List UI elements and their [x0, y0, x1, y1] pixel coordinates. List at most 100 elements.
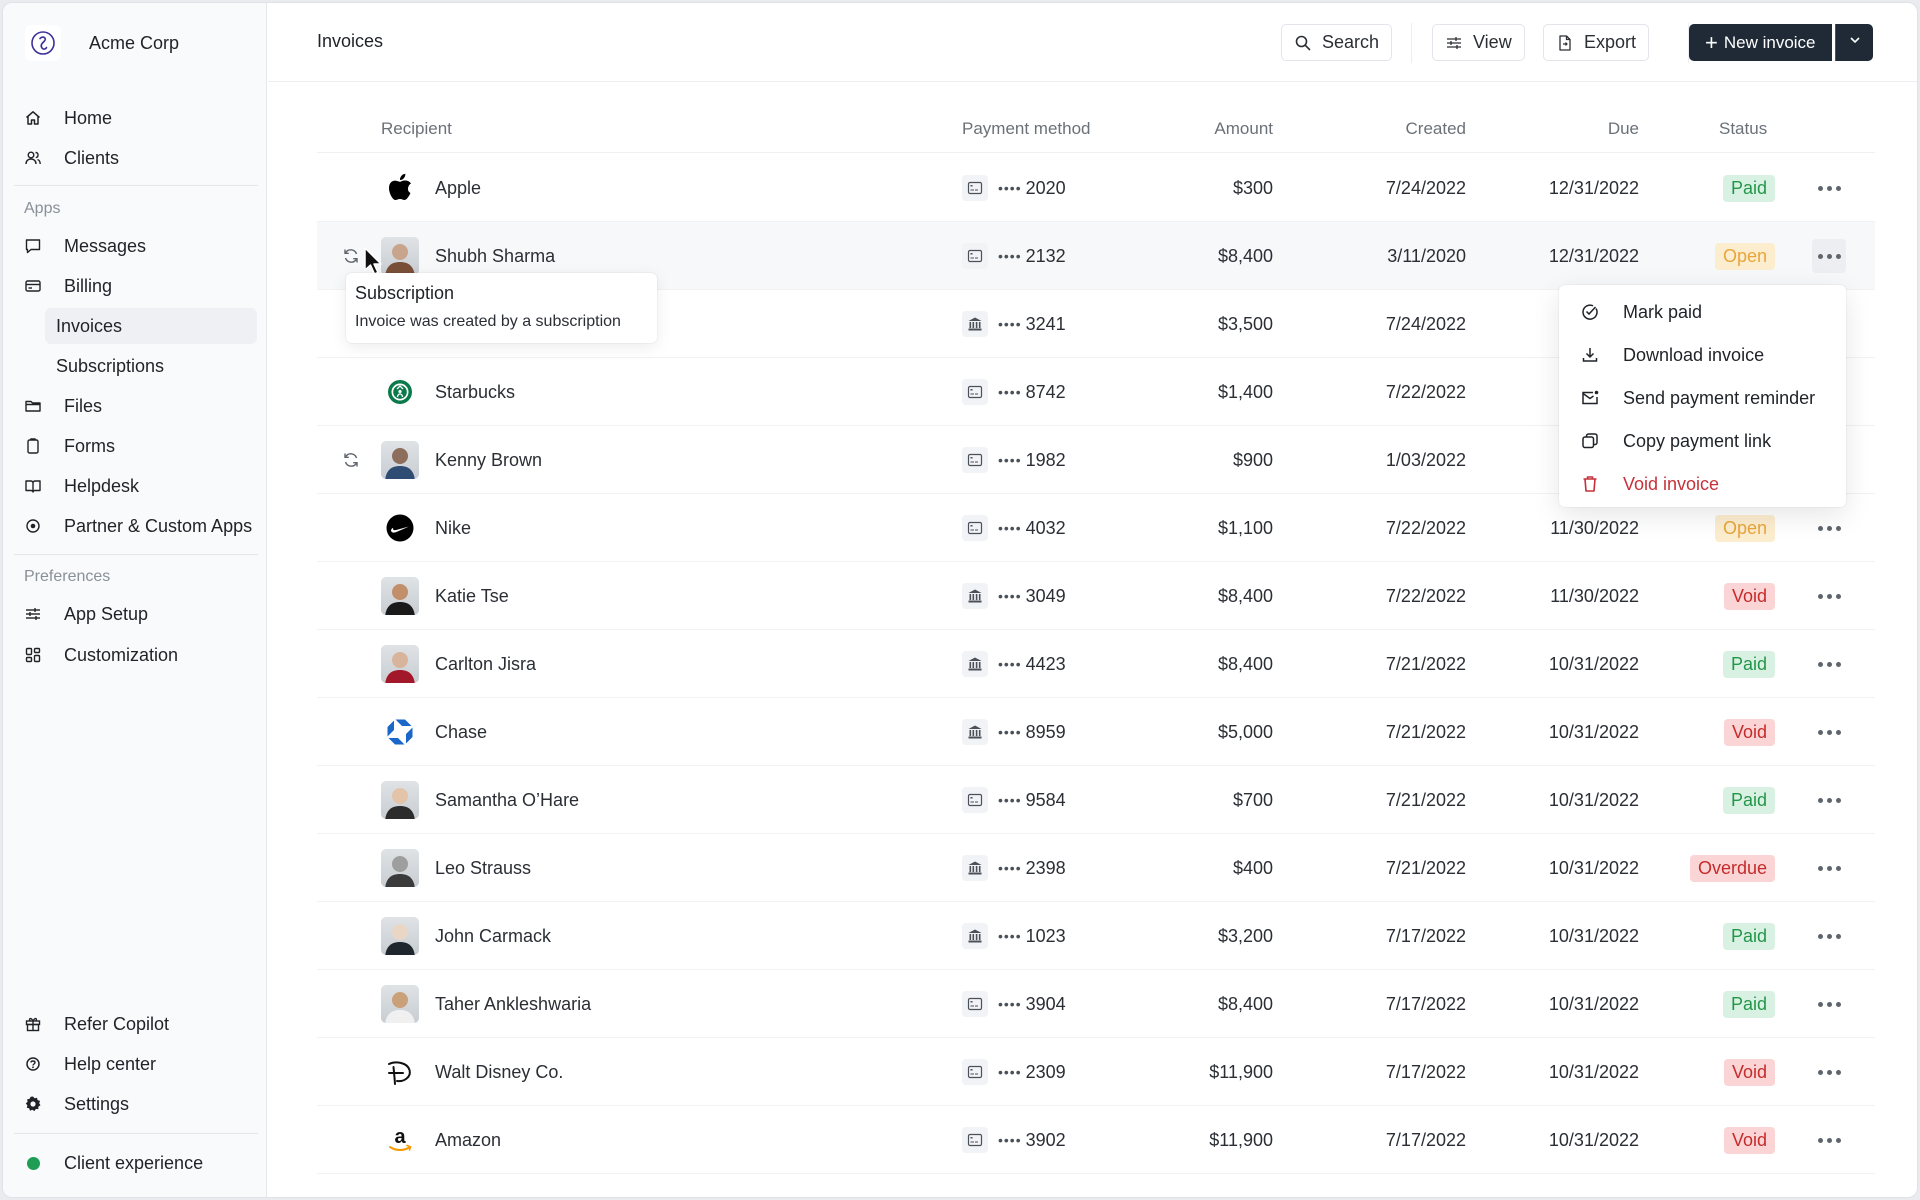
column-header-amount[interactable]: Amount [1214, 119, 1273, 139]
due-date: 10/31/2022 [1548, 653, 1639, 674]
card-last4: 8742 [1025, 381, 1066, 402]
sidebar-item-clients[interactable]: Clients [13, 140, 257, 176]
masked-digits: •••• [998, 384, 1022, 400]
table-row[interactable]: Walt Disney Co. •••• 2309 $11,900 7/17/2022 1… [317, 1038, 1875, 1106]
masked-digits: •••• [998, 1132, 1022, 1148]
recipient-name[interactable]: Chase [435, 698, 487, 766]
payment-method: •••• 4032 [962, 494, 1066, 562]
table-row[interactable]: John Carmack •••• 1023 $3,200 7/17/2022 10/31… [317, 902, 1875, 970]
more-actions-button[interactable] [1812, 851, 1846, 885]
more-actions-button[interactable] [1812, 511, 1846, 545]
credit-card-icon [962, 447, 988, 473]
sidebar-item-files[interactable]: Files [13, 388, 257, 424]
sidebar-item-billing[interactable]: Billing [13, 268, 257, 304]
sidebar-item-forms[interactable]: Forms [13, 428, 257, 464]
due-date: 10/31/2022 [1548, 1061, 1639, 1082]
chevron-down-icon [1848, 33, 1862, 52]
sidebar-item-help-center[interactable]: Help center [13, 1046, 257, 1082]
due-date: 12/31/2022 [1548, 177, 1639, 198]
new-invoice-button[interactable]: + New invoice [1689, 24, 1832, 61]
recipient-name[interactable]: Kenny Brown [435, 426, 542, 494]
search-button[interactable]: Search [1281, 24, 1393, 61]
due-date: 10/31/2022 [1548, 1129, 1639, 1150]
sidebar-item-partner-apps[interactable]: Partner & Custom Apps [13, 508, 257, 544]
menu-item-mark-paid[interactable]: Mark paid [1559, 292, 1846, 332]
card-last4: 1023 [1025, 925, 1066, 946]
created-date: 7/21/2022 [1385, 789, 1466, 810]
subscription-recurring-icon[interactable] [341, 450, 361, 470]
sidebar-item-messages[interactable]: Messages [13, 228, 257, 264]
more-actions-button[interactable] [1812, 1055, 1846, 1089]
column-header-due[interactable]: Due [1608, 119, 1639, 139]
card-last4: 3904 [1025, 993, 1066, 1014]
more-actions-button[interactable] [1812, 171, 1846, 205]
more-actions-button[interactable] [1812, 715, 1846, 749]
menu-item-download-invoice[interactable]: Download invoice [1559, 335, 1846, 375]
menu-item-void-invoice[interactable]: Void invoice [1559, 464, 1846, 504]
more-actions-button[interactable] [1812, 579, 1846, 613]
table-row[interactable]: Katie Tse •••• 3049 $8,400 7/22/2022 11/30/20… [317, 562, 1875, 630]
apps-icon [23, 516, 43, 536]
column-header-payment-method[interactable]: Payment method [962, 119, 1091, 139]
recipient-name[interactable]: Katie Tse [435, 562, 509, 630]
recipient-name[interactable]: Taher Ankleshwaria [435, 970, 591, 1038]
credit-card-icon [962, 243, 988, 269]
table-row[interactable]: Taher Ankleshwaria •••• 3904 $8,400 7/17/202… [317, 970, 1875, 1038]
tooltip-title: Subscription [355, 283, 455, 303]
sidebar-item-settings[interactable]: Settings [13, 1086, 257, 1122]
payment-method: •••• 2020 [962, 154, 1066, 222]
bank-icon [962, 651, 988, 677]
sidebar-item-home[interactable]: Home [13, 100, 257, 136]
more-actions-button[interactable] [1812, 647, 1846, 681]
table-row[interactable]: Chase •••• 8959 $5,000 7/21/2022 10/31/2022 Vo… [317, 698, 1875, 766]
sidebar-item-customization[interactable]: Customization [13, 637, 257, 673]
sidebar-item-helpdesk[interactable]: Helpdesk [13, 468, 257, 504]
status-badge: Overdue [1689, 854, 1775, 882]
menu-item-send-payment-reminder[interactable]: Send payment reminder [1559, 378, 1846, 418]
column-header-status[interactable]: Status [1719, 119, 1767, 139]
recipient-name[interactable]: Carlton Jisra [435, 630, 536, 698]
more-actions-button[interactable] [1812, 239, 1846, 273]
column-header-recipient[interactable]: Recipient [381, 119, 452, 139]
sidebar-item-refer[interactable]: Refer Copilot [13, 1006, 257, 1042]
recipient-name[interactable]: Apple [435, 154, 481, 222]
recipient-name[interactable]: Walt Disney Co. [435, 1038, 563, 1106]
recipient-name[interactable]: Nike [435, 494, 471, 562]
created-date: 7/22/2022 [1385, 381, 1466, 402]
view-button[interactable]: View [1432, 24, 1525, 61]
table-row[interactable]: Samantha O’Hare •••• 9584 $700 7/21/2022 10/3… [317, 766, 1875, 834]
recipient-avatar [381, 985, 419, 1023]
due-date: 10/31/2022 [1548, 721, 1639, 742]
more-actions-button[interactable] [1812, 1123, 1846, 1157]
sidebar-item-invoices[interactable]: Invoices [45, 308, 257, 344]
table-row[interactable]: Carlton Jisra •••• 4423 $8,400 7/21/2022 10/3… [317, 630, 1875, 698]
menu-item-copy-payment-link[interactable]: Copy payment link [1559, 421, 1846, 461]
subscription-recurring-icon[interactable] [341, 246, 361, 266]
plus-icon: + [1705, 29, 1718, 55]
section-label-apps: Apps [24, 200, 61, 217]
more-actions-button[interactable] [1812, 987, 1846, 1021]
recipient-name[interactable]: Starbucks [435, 358, 515, 426]
sidebar-item-app-setup[interactable]: App Setup [13, 596, 257, 632]
due-date: 10/31/2022 [1548, 857, 1639, 878]
recipient-name[interactable]: Amazon [435, 1106, 501, 1174]
column-header-created[interactable]: Created [1406, 119, 1466, 139]
payment-method: •••• 9584 [962, 766, 1066, 834]
sidebar-item-client-experience[interactable]: Client experience [13, 1145, 257, 1181]
table-row[interactable]: Leo Strauss •••• 2398 $400 7/21/2022 10/31/20… [317, 834, 1875, 902]
export-button[interactable]: Export [1543, 24, 1650, 61]
payment-method: •••• 3049 [962, 562, 1066, 630]
more-actions-button[interactable] [1812, 919, 1846, 953]
payment-method: •••• 2398 [962, 834, 1066, 902]
recipient-name[interactable]: Samantha O’Hare [435, 766, 579, 834]
table-row[interactable]: Apple •••• 2020 $300 7/24/2022 12/31/2022 Paid [317, 154, 1875, 222]
more-actions-button[interactable] [1812, 783, 1846, 817]
workspace-switcher[interactable]: Acme Corp [25, 25, 179, 61]
masked-digits: •••• [998, 1064, 1022, 1080]
recipient-name[interactable]: John Carmack [435, 902, 551, 970]
amount: $8,400 [1217, 585, 1273, 606]
recipient-name[interactable]: Leo Strauss [435, 834, 531, 902]
sidebar-item-subscriptions[interactable]: Subscriptions [13, 348, 257, 384]
table-row[interactable]: a Amazon •••• 3902 $11,900 7/17/2022 10/31/202… [317, 1106, 1875, 1174]
new-invoice-options-button[interactable] [1835, 24, 1873, 61]
